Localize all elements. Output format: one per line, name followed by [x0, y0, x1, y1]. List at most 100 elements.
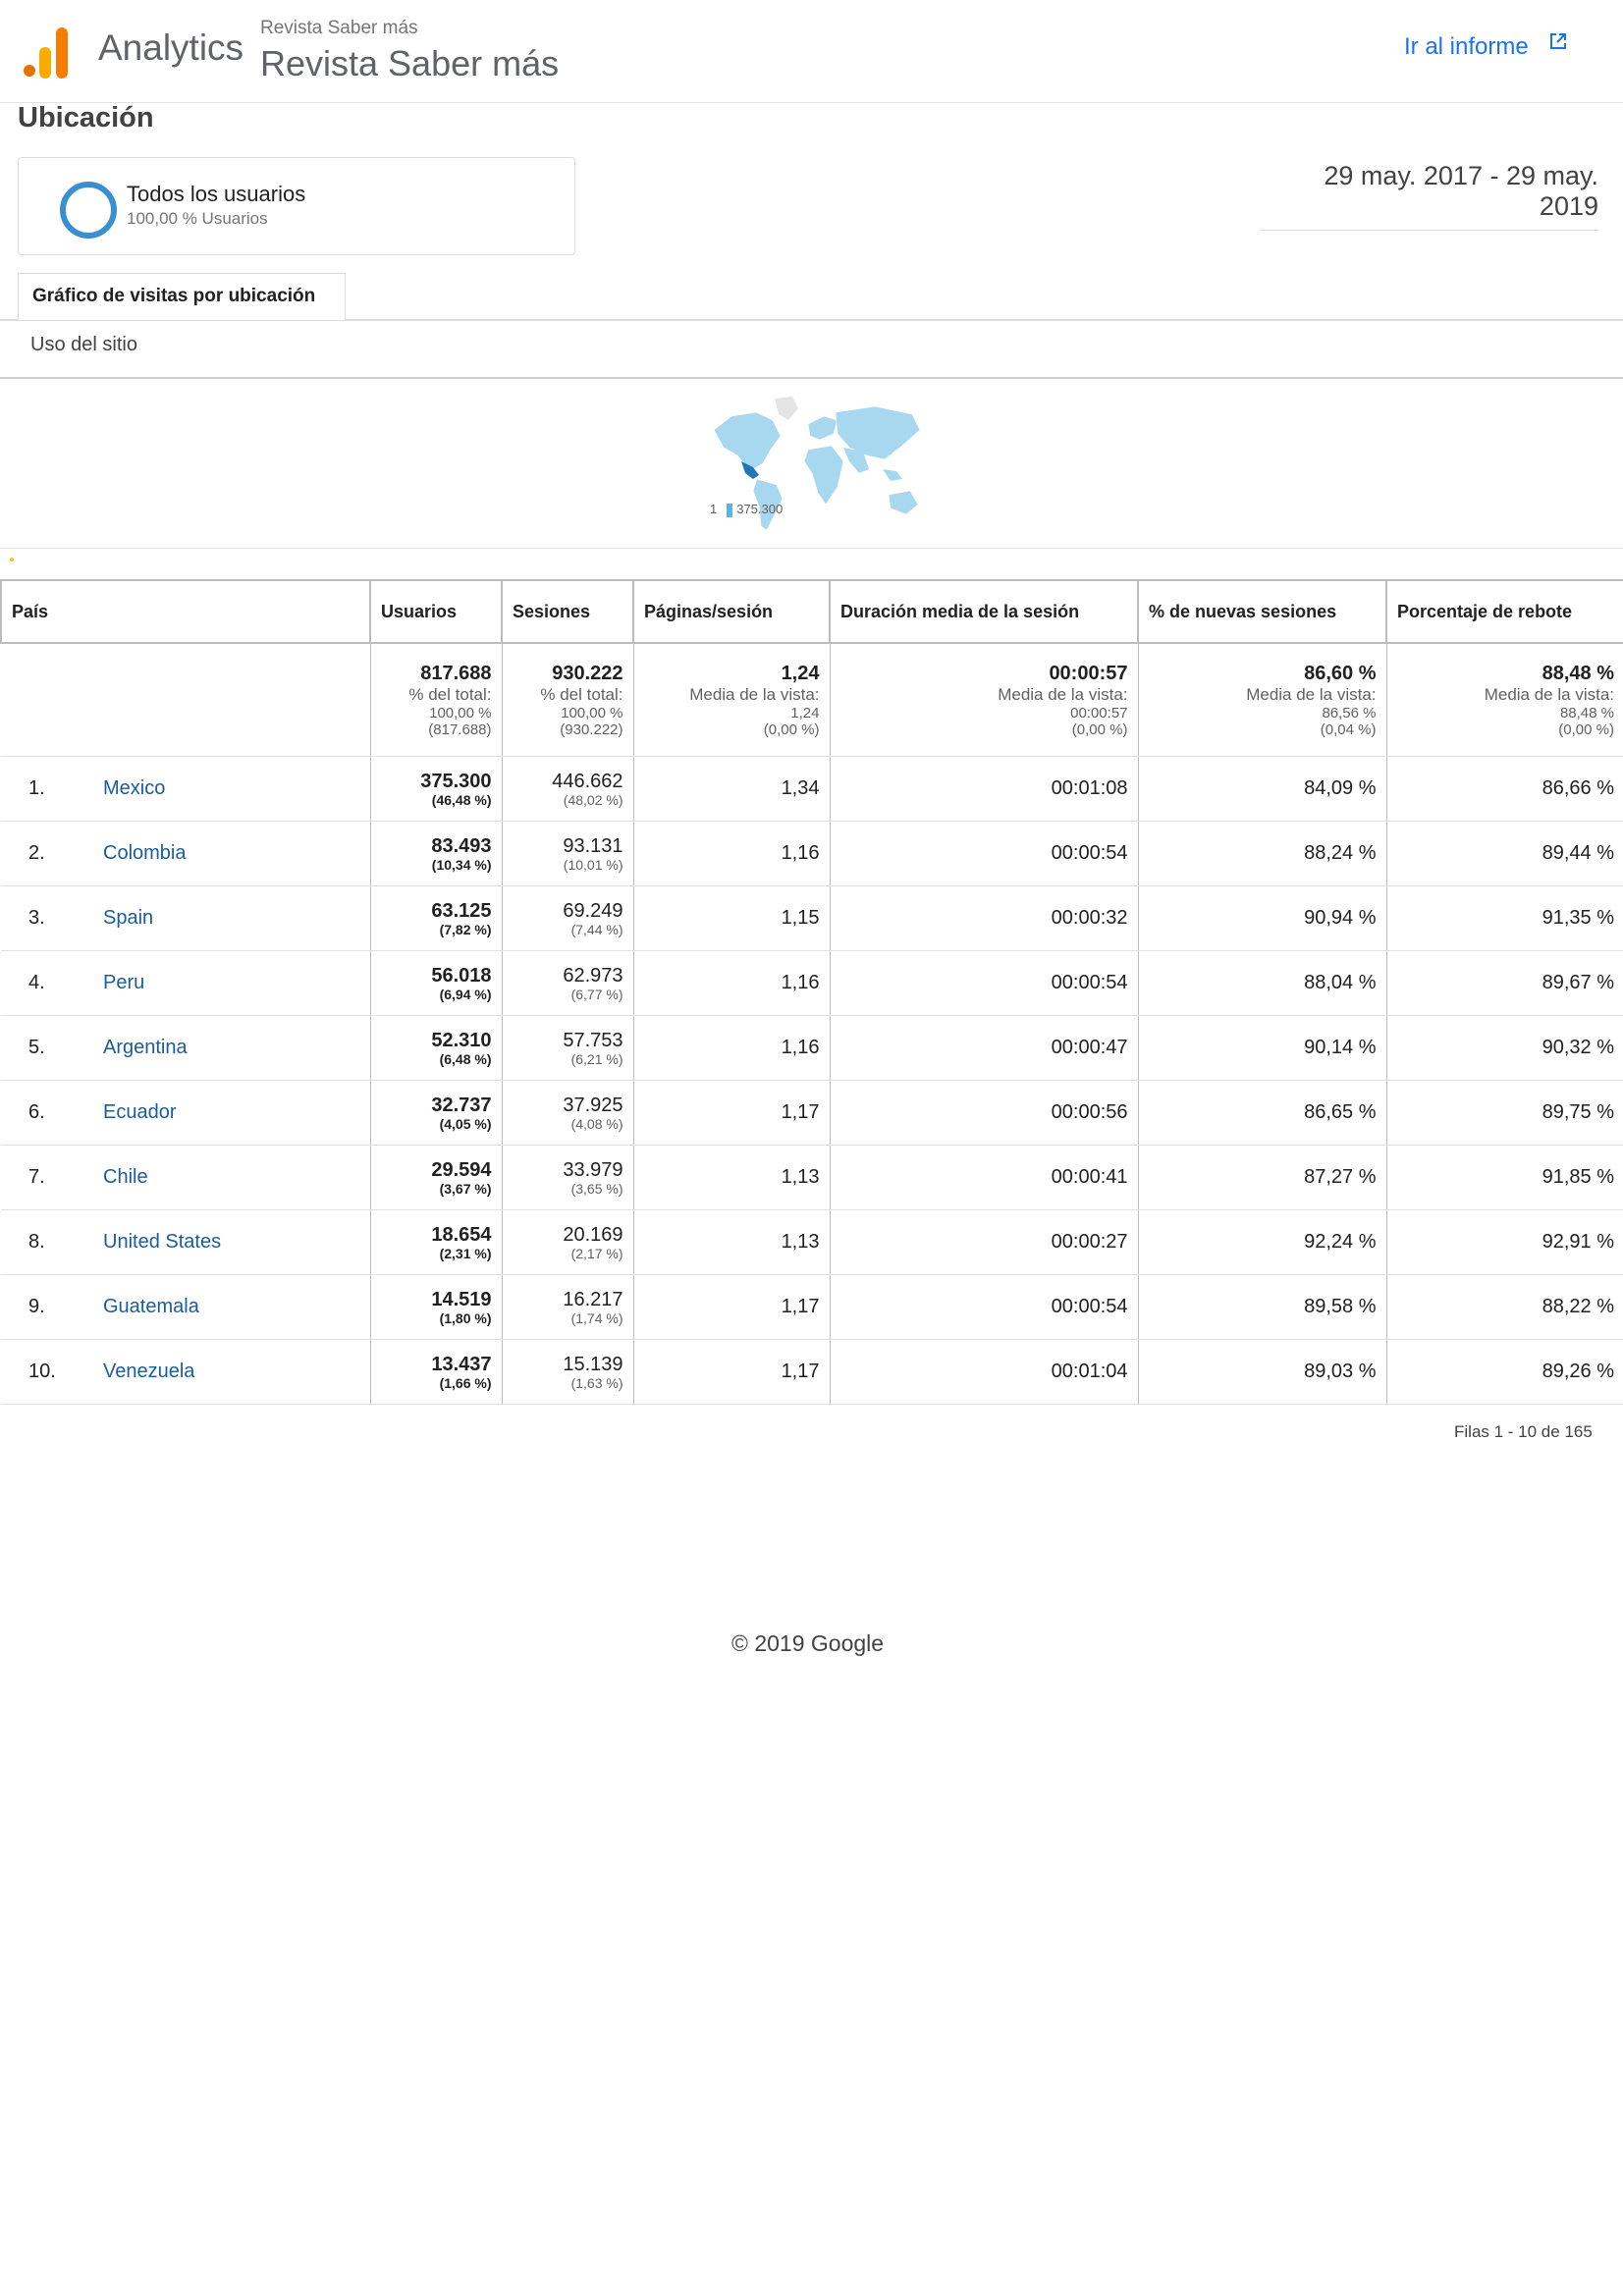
tab-location-map[interactable]: Gráfico de visitas por ubicación — [18, 273, 346, 320]
users-percent: (2,31 %) — [439, 1245, 492, 1261]
country-link[interactable]: Spain — [103, 907, 153, 929]
sessions-cell: 69.249 (7,44 %) — [502, 885, 634, 951]
users-percent: (10,34 %) — [431, 856, 492, 873]
totals-row: 817.688% del total: 100,00 % (817.688) 930.… — [1, 643, 1623, 757]
row-index: 2. — [28, 842, 45, 864]
country-link[interactable]: Chile — [103, 1166, 148, 1188]
totals-value: 1,24 — [781, 662, 820, 684]
country-link[interactable]: Mexico — [103, 777, 165, 799]
sessions-value: 37.925 — [563, 1094, 623, 1116]
col-header-country[interactable]: País — [0, 579, 371, 644]
totals-l2: 100,00 % — [429, 704, 492, 721]
new-sessions-cell: 92,24 % — [1138, 1209, 1387, 1275]
totals-l1: Media de la vista: — [1484, 684, 1614, 704]
pages-cell: 1,16 — [633, 950, 831, 1016]
duration-cell: 00:00:32 — [830, 885, 1139, 951]
new-sessions-cell: 84,09 % — [1138, 756, 1387, 822]
col-header-new-sessions[interactable]: % de nuevas sesiones — [1137, 579, 1387, 644]
table-row: 5. Argentina 52.310 (6,48 %) 57.753 (6,21 %) 1… — [1, 1015, 1623, 1081]
bounce-rate-cell: 89,26 % — [1386, 1339, 1623, 1405]
pages-cell: 1,17 — [633, 1080, 831, 1146]
subtab-site-usage[interactable]: Uso del sitio — [30, 334, 137, 356]
country-link[interactable]: United States — [103, 1231, 221, 1253]
bounce-rate-cell: 86,66 % — [1386, 756, 1623, 822]
table-row: 1. Mexico 375.300 (46,48 %) 446.662 (48,02 %)… — [1, 756, 1623, 822]
segment-subtitle: 100,00 % Usuarios — [127, 209, 268, 228]
pages-cell: 1,13 — [633, 1209, 831, 1275]
external-link-icon[interactable] — [1549, 32, 1567, 50]
totals-l1: % del total: — [408, 684, 492, 704]
country-cell: 3. Spain — [1, 885, 371, 951]
users-cell: 29.594 (3,67 %) — [370, 1145, 503, 1210]
bounce-rate-cell: 89,44 % — [1386, 821, 1623, 886]
users-percent: (3,67 %) — [439, 1180, 492, 1197]
col-header-sessions[interactable]: Sesiones — [501, 579, 634, 644]
users-value: 32.737 — [431, 1094, 492, 1116]
sessions-percent: (48,02 %) — [563, 791, 623, 808]
country-link[interactable]: Peru — [103, 972, 144, 993]
sessions-value: 16.217 — [563, 1288, 623, 1310]
country-cell: 7. Chile — [1, 1145, 371, 1210]
col-header-pages-per-session[interactable]: Páginas/sesión — [632, 579, 831, 644]
sessions-cell: 16.217 (1,74 %) — [502, 1274, 634, 1340]
new-sessions-cell: 90,94 % — [1138, 885, 1387, 951]
sessions-percent: (7,44 %) — [570, 921, 623, 937]
totals-l3: (0,00 %) — [763, 721, 820, 738]
sessions-value: 69.249 — [563, 899, 623, 922]
country-link[interactable]: Guatemala — [103, 1296, 199, 1317]
country-link[interactable]: Argentina — [103, 1037, 188, 1058]
country-cell: 2. Colombia — [1, 821, 371, 886]
users-percent: (7,82 %) — [439, 921, 492, 937]
totals-value: 86,60 % — [1304, 662, 1377, 684]
property-name[interactable]: Revista Saber más — [260, 43, 559, 84]
date-range-picker[interactable]: 29 may. 2017 - 29 may. 2019 — [1260, 161, 1598, 231]
users-value: 56.018 — [431, 964, 492, 987]
sessions-value: 33.979 — [563, 1158, 623, 1181]
col-header-bounce-rate[interactable]: Porcentaje de rebote — [1385, 579, 1623, 644]
pages-cell: 1,13 — [633, 1145, 831, 1210]
users-value: 13.437 — [431, 1353, 492, 1375]
bounce-rate-cell: 90,32 % — [1386, 1015, 1623, 1081]
country-link[interactable]: Ecuador — [103, 1101, 177, 1123]
pagination-info: Filas 1 - 10 de 165 — [1454, 1422, 1593, 1441]
table-row: 3. Spain 63.125 (7,82 %) 69.249 (7,44 %) 1,15 0… — [1, 885, 1623, 951]
users-value: 14.519 — [431, 1288, 492, 1310]
new-sessions-cell: 88,24 % — [1138, 821, 1387, 886]
pages-cell: 1,15 — [633, 885, 831, 951]
sessions-percent: (10,01 %) — [563, 856, 623, 873]
country-link[interactable]: Colombia — [103, 842, 186, 864]
bounce-rate-cell: 89,75 % — [1386, 1080, 1623, 1146]
totals-l3: (0,04 %) — [1320, 721, 1377, 738]
map-legend: 1 375.300 — [710, 502, 783, 517]
analytics-brand: Analytics — [98, 27, 244, 68]
row-index: 3. — [28, 907, 45, 929]
location-table: País Usuarios Sesiones Páginas/sesión Du… — [0, 579, 1623, 1405]
users-value: 18.654 — [431, 1223, 492, 1246]
duration-cell: 00:00:54 — [830, 821, 1139, 886]
go-to-report-link[interactable]: Ir al informe — [1404, 33, 1529, 61]
totals-cell: 930.222% del total: 100,00 % (930.222) — [502, 643, 634, 757]
users-cell: 32.737 (4,05 %) — [370, 1080, 503, 1146]
totals-l1: Media de la vista: — [1246, 684, 1377, 704]
col-header-avg-duration[interactable]: Duración media de la sesión — [829, 579, 1139, 644]
indicator-dot — [10, 558, 14, 561]
country-cell: 10. Venezuela — [1, 1339, 371, 1405]
totals-label-cell — [1, 643, 371, 757]
users-value: 29.594 — [431, 1158, 492, 1181]
totals-l2: 88,48 % — [1559, 704, 1614, 721]
totals-cell: 00:00:57 Media de la vista: 00:00:57 (0,00 … — [830, 643, 1139, 757]
row-index: 5. — [28, 1037, 45, 1058]
col-header-users[interactable]: Usuarios — [369, 579, 503, 644]
users-cell: 13.437 (1,66 %) — [370, 1339, 503, 1405]
table-row: 6. Ecuador 32.737 (4,05 %) 37.925 (4,08 %) 1,1… — [1, 1080, 1623, 1146]
account-name-small: Revista Saber más — [260, 18, 418, 38]
new-sessions-cell: 89,03 % — [1138, 1339, 1387, 1405]
map-legend-max: 375.300 — [736, 502, 784, 516]
map-legend-bar — [727, 503, 733, 517]
totals-value: 00:00:57 — [1049, 662, 1128, 684]
country-link[interactable]: Venezuela — [103, 1361, 194, 1382]
country-cell: 5. Argentina — [1, 1015, 371, 1081]
segment-card[interactable]: Todos los usuarios 100,00 % Usuarios — [18, 157, 575, 255]
sessions-cell: 33.979 (3,65 %) — [502, 1145, 634, 1210]
duration-cell: 00:01:04 — [830, 1339, 1139, 1405]
